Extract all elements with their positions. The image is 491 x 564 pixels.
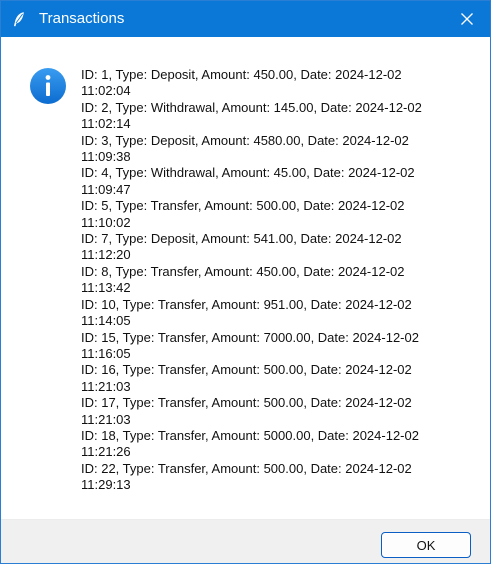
button-bar: OK (1, 519, 490, 563)
message-line: 11:14:05 (81, 313, 131, 329)
message-area: ID: 1, Type: Deposit, Amount: 450.00, Da… (1, 37, 490, 519)
message-line: 11:21:26 (81, 444, 131, 460)
message-line: ID: 1, Type: Deposit, Amount: 450.00, Da… (81, 67, 402, 82)
info-icon (29, 67, 67, 105)
title-bar[interactable]: Transactions (1, 1, 490, 37)
message-line: 11:09:38 (81, 149, 131, 165)
close-button[interactable] (444, 1, 490, 37)
message-line: 11:12:20 (81, 247, 131, 263)
message-line: ID: 3, Type: Deposit, Amount: 4580.00, D… (81, 132, 409, 148)
message-line: 11:02:14 (81, 116, 131, 132)
message-line: 11:16:05 (81, 345, 131, 361)
transactions-dialog: Transactions ID: 1, Type: Deposit, Amoun… (0, 0, 491, 564)
message-line: 11:09:47 (81, 181, 131, 197)
message-line: 11:29:13 (81, 477, 131, 493)
transactions-message: ID: 1, Type: Deposit, Amount: 450.00, Da… (81, 67, 461, 494)
message-line: ID: 18, Type: Transfer, Amount: 5000.00,… (81, 427, 419, 443)
message-line: 11:02:04 (81, 83, 131, 99)
message-line: ID: 22, Type: Transfer, Amount: 500.00, … (81, 460, 412, 476)
message-line: 11:21:03 (81, 378, 131, 394)
message-line: ID: 4, Type: Withdrawal, Amount: 45.00, … (81, 165, 415, 181)
ok-button[interactable]: OK (381, 532, 471, 558)
window-title: Transactions (39, 10, 125, 27)
message-line: ID: 10, Type: Transfer, Amount: 951.00, … (81, 296, 412, 312)
message-line: ID: 2, Type: Withdrawal, Amount: 145.00,… (81, 99, 422, 115)
message-line: ID: 7, Type: Deposit, Amount: 541.00, Da… (81, 231, 402, 247)
close-icon (460, 12, 474, 26)
message-line: 11:10:02 (81, 214, 131, 230)
message-line: ID: 5, Type: Transfer, Amount: 500.00, D… (81, 198, 405, 214)
feather-icon (10, 10, 28, 28)
message-line: 11:21:03 (81, 411, 131, 427)
message-line: ID: 16, Type: Transfer, Amount: 500.00, … (81, 362, 412, 378)
message-line: ID: 8, Type: Transfer, Amount: 450.00, D… (81, 263, 405, 279)
message-line: ID: 17, Type: Transfer, Amount: 500.00, … (81, 395, 412, 411)
message-line: 11:13:42 (81, 280, 131, 296)
message-line: ID: 15, Type: Transfer, Amount: 7000.00,… (81, 329, 419, 345)
